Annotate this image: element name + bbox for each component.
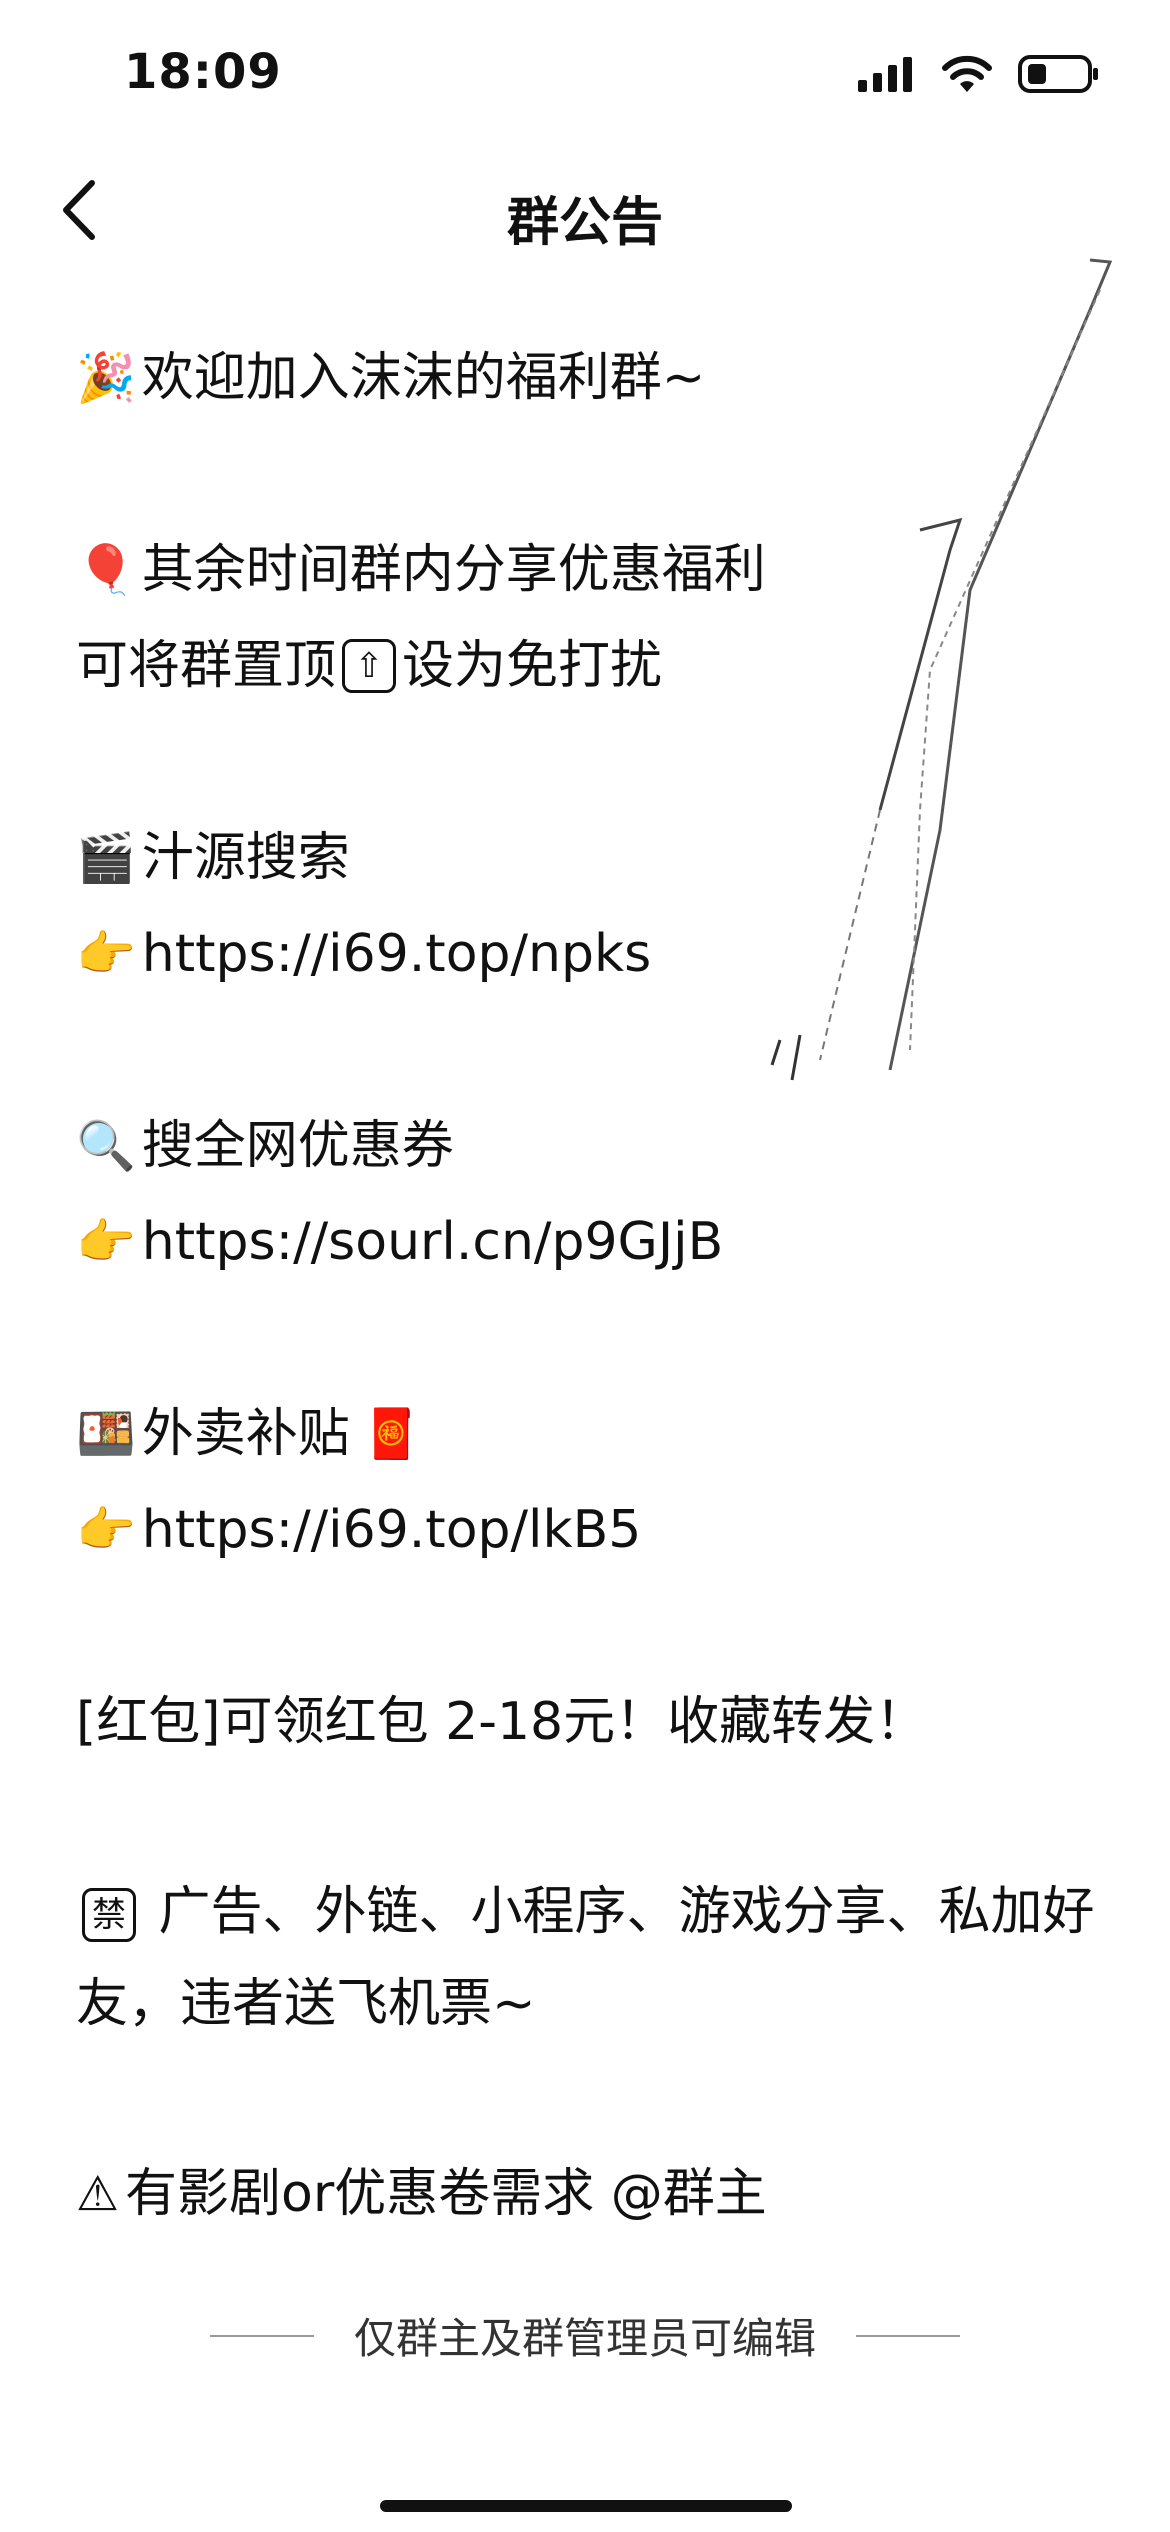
takeout-food-icon: 🍱 <box>76 1406 136 1462</box>
status-bar: 18:09 <box>0 0 1170 150</box>
share-text: 其余时间群内分享优惠福利 <box>141 540 766 600</box>
divider-left <box>209 2334 314 2337</box>
share-line: 🎈 其余时间群内分享优惠福利 <box>76 522 1096 618</box>
request-text: 有影剧or优惠卷需求 @群主 <box>125 2164 767 2224</box>
takeout-link[interactable]: https://i69.top/lkB5 <box>142 1482 642 1578</box>
ban-text: 广告、外链、小程序、游戏分享、私加好友，违者送飞机票~ <box>76 1882 1095 2034</box>
balloon-icon: 🎈 <box>76 542 136 598</box>
coupon-link[interactable]: https://sourl.cn/p9GJjB <box>142 1194 724 1290</box>
source-link[interactable]: https://i69.top/npks <box>142 906 651 1002</box>
redpack-line: [红包]可领红包 2-18元！收藏转发！ <box>76 1674 1096 1770</box>
forbidden-box-icon: 禁 <box>82 1888 136 1942</box>
source-title: 汁源搜索 <box>141 828 350 888</box>
pointing-hand-icon: 👉 <box>76 1214 136 1270</box>
takeout-title: 外卖补贴 <box>141 1404 350 1464</box>
red-envelope-icon: 🧧 <box>361 1406 422 1462</box>
party-popper-icon: 🎉 <box>76 350 136 406</box>
source-title-line: 🎬 汁源搜索 <box>76 810 1096 906</box>
divider-right <box>856 2334 960 2337</box>
pointing-hand-icon: 👉 <box>76 926 136 982</box>
clapper-board-icon: 🎬 <box>76 830 136 886</box>
edit-permission-text: 仅群主及群管理员可编辑 <box>353 2314 816 2363</box>
page-title: 群公告 <box>506 193 663 253</box>
coupon-title-line: 🔍 搜全网优惠券 <box>76 1098 1096 1194</box>
cellular-signal-icon <box>858 57 912 92</box>
ban-line: 禁 广告、外链、小程序、游戏分享、私加好友，违者送飞机票~ <box>76 1866 1096 2050</box>
pin-line: 可将群置顶 ⇧ 设为免打扰 <box>76 618 1096 714</box>
takeout-link-line[interactable]: 👉 https://i69.top/lkB5 <box>76 1482 1096 1578</box>
takeout-title-line: 🍱 外卖补贴 🧧 <box>76 1386 1096 1482</box>
source-link-line[interactable]: 👉 https://i69.top/npks <box>76 906 1096 1002</box>
wifi-icon <box>942 55 992 92</box>
welcome-line: 🎉 欢迎加入沫沫的福利群~ <box>76 330 1096 426</box>
home-indicator[interactable] <box>380 2500 792 2512</box>
pointing-hand-icon: 👉 <box>76 1502 136 1558</box>
request-line: ⚠ 有影剧or优惠卷需求 @群主 <box>76 2146 1096 2242</box>
status-time: 18:09 <box>124 44 282 100</box>
magnifier-icon: 🔍 <box>76 1118 136 1174</box>
welcome-text: 欢迎加入沫沫的福利群~ <box>141 348 706 408</box>
status-icons <box>856 54 1100 94</box>
edit-permission-footer: 仅群主及群管理员可编辑 <box>0 2305 1170 2366</box>
battery-icon <box>1018 55 1098 93</box>
coupon-link-line[interactable]: 👉 https://sourl.cn/p9GJjB <box>76 1194 1096 1290</box>
pin-text-b: 设为免打扰 <box>402 636 663 696</box>
coupon-title: 搜全网优惠券 <box>141 1116 454 1176</box>
redpack-text: [红包]可领红包 2-18元！收藏转发！ <box>76 1692 928 1752</box>
up-arrow-box-icon: ⇧ <box>342 639 397 693</box>
announcement-body: 🎉 欢迎加入沫沫的福利群~ 🎈 其余时间群内分享优惠福利 可将群置顶 ⇧ 设为免… <box>76 330 1096 2242</box>
pin-text-a: 可将群置顶 <box>76 636 337 696</box>
warning-icon: ⚠ <box>76 2166 120 2222</box>
